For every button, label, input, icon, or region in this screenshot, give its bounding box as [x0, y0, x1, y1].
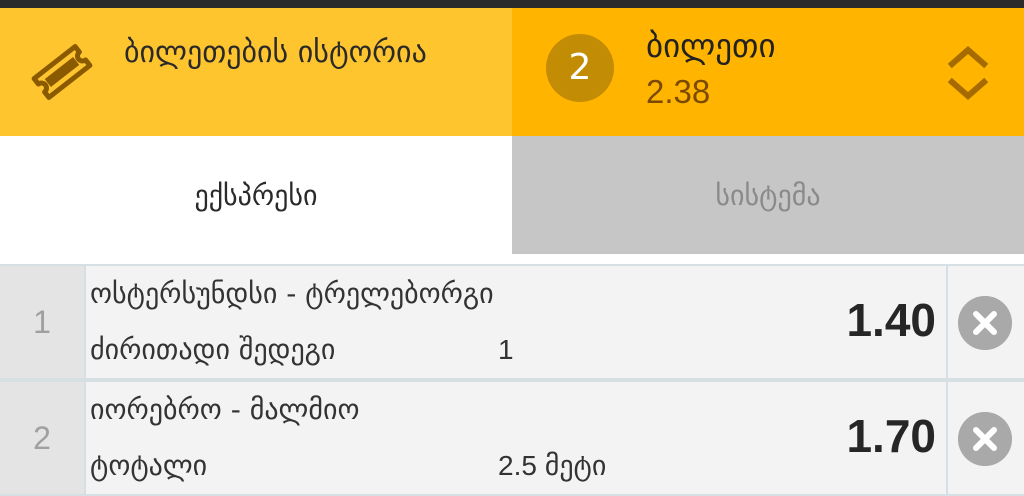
ticket-total-odds: 2.38: [646, 73, 711, 110]
tab-express[interactable]: ექსპრესი: [0, 136, 512, 254]
bet-row: 1 ოსტერსუნდსი - ტრელებორგი ძირითადი შედე…: [0, 266, 1024, 378]
bet-selection: 1: [498, 334, 514, 365]
bet-row: 2 იორებრო - მალმიო ტოტალი 2.5 მეტი 1.70: [0, 382, 1024, 494]
status-bar: [0, 0, 1024, 8]
tab-system[interactable]: სისტემა: [512, 136, 1024, 254]
bet-match-name: იორებრო - მალმიო: [90, 393, 360, 426]
close-circle-icon: [958, 296, 1012, 350]
ticket-title: ბილეთი: [646, 26, 776, 65]
bet-type-tabs: ექსპრესი სისტემა: [0, 136, 1024, 254]
bet-match-name: ოსტერსუნდსი - ტრელებორგი: [90, 277, 494, 310]
remove-bet-button[interactable]: [948, 266, 1024, 378]
bet-index: 1: [0, 266, 84, 378]
ticket-header: ბილეთების ისტორია 2 ბილეთი 2.38: [0, 8, 1024, 136]
bet-details: იორებრო - მალმიო ტოტალი 2.5 მეტი 1.70: [84, 382, 948, 494]
ticket-summary[interactable]: 2 ბილეთი 2.38: [512, 8, 1024, 136]
bet-odds: 1.70: [846, 410, 936, 462]
bet-market: ტოტალი: [90, 449, 208, 482]
remove-bet-button[interactable]: [948, 382, 1024, 494]
ticket-icon: [31, 44, 93, 100]
chevron-up-down-icon[interactable]: [946, 40, 990, 104]
tab-express-label: ექსპრესი: [194, 178, 318, 212]
bet-details: ოსტერსუნდსი - ტრელებორგი ძირითადი შედეგი…: [84, 266, 948, 378]
bet-odds: 1.40: [846, 294, 936, 346]
ticket-count-badge: 2: [546, 34, 614, 102]
close-circle-icon: [958, 412, 1012, 466]
bet-selection: 2.5 მეტი: [498, 450, 607, 481]
ticket-history-button[interactable]: ბილეთების ისტორია: [0, 8, 512, 136]
bet-index: 2: [0, 382, 84, 494]
bet-market: ძირითადი შედეგი: [90, 333, 336, 366]
ticket-history-label: ბილეთების ისტორია: [124, 35, 427, 70]
tab-system-label: სისტემა: [715, 178, 821, 212]
